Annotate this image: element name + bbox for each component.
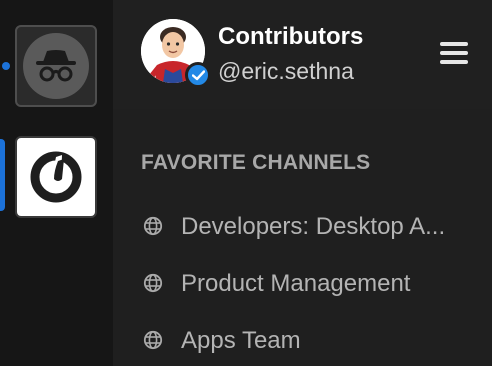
menu-bar — [440, 42, 468, 46]
team-header[interactable]: Contributors @eric.sethna — [113, 0, 492, 109]
channel-panel: Contributors @eric.sethna FAVORITE CHANN… — [113, 0, 492, 366]
channel-item-apps-team[interactable]: Apps Team — [113, 315, 492, 365]
favorite-channels-heading: FAVORITE CHANNELS — [141, 151, 371, 174]
globe-icon — [143, 273, 163, 293]
channel-item-developers-desktop[interactable]: Developers: Desktop A... — [113, 201, 492, 251]
team-sidebar — [0, 0, 113, 366]
active-team-indicator — [0, 139, 5, 211]
incognito-icon — [23, 33, 89, 99]
globe-icon — [143, 216, 163, 236]
globe-icon — [143, 330, 163, 350]
channel-label: Developers: Desktop A... — [181, 213, 446, 240]
menu-bar — [440, 60, 468, 64]
channel-label: Product Management — [181, 270, 411, 297]
hamburger-menu-button[interactable] — [440, 42, 470, 64]
unread-indicator — [2, 62, 10, 70]
channel-label: Apps Team — [181, 327, 301, 354]
current-username: @eric.sethna — [218, 58, 354, 84]
verified-badge-icon — [185, 62, 211, 88]
mattermost-logo-icon — [30, 151, 82, 203]
menu-bar — [440, 51, 468, 55]
channel-item-product-management[interactable]: Product Management — [113, 258, 492, 308]
app-window: Contributors @eric.sethna FAVORITE CHANN… — [0, 0, 492, 366]
team-button-mattermost[interactable] — [15, 136, 97, 218]
team-button-incognito[interactable] — [15, 25, 97, 107]
team-name: Contributors — [218, 23, 364, 50]
